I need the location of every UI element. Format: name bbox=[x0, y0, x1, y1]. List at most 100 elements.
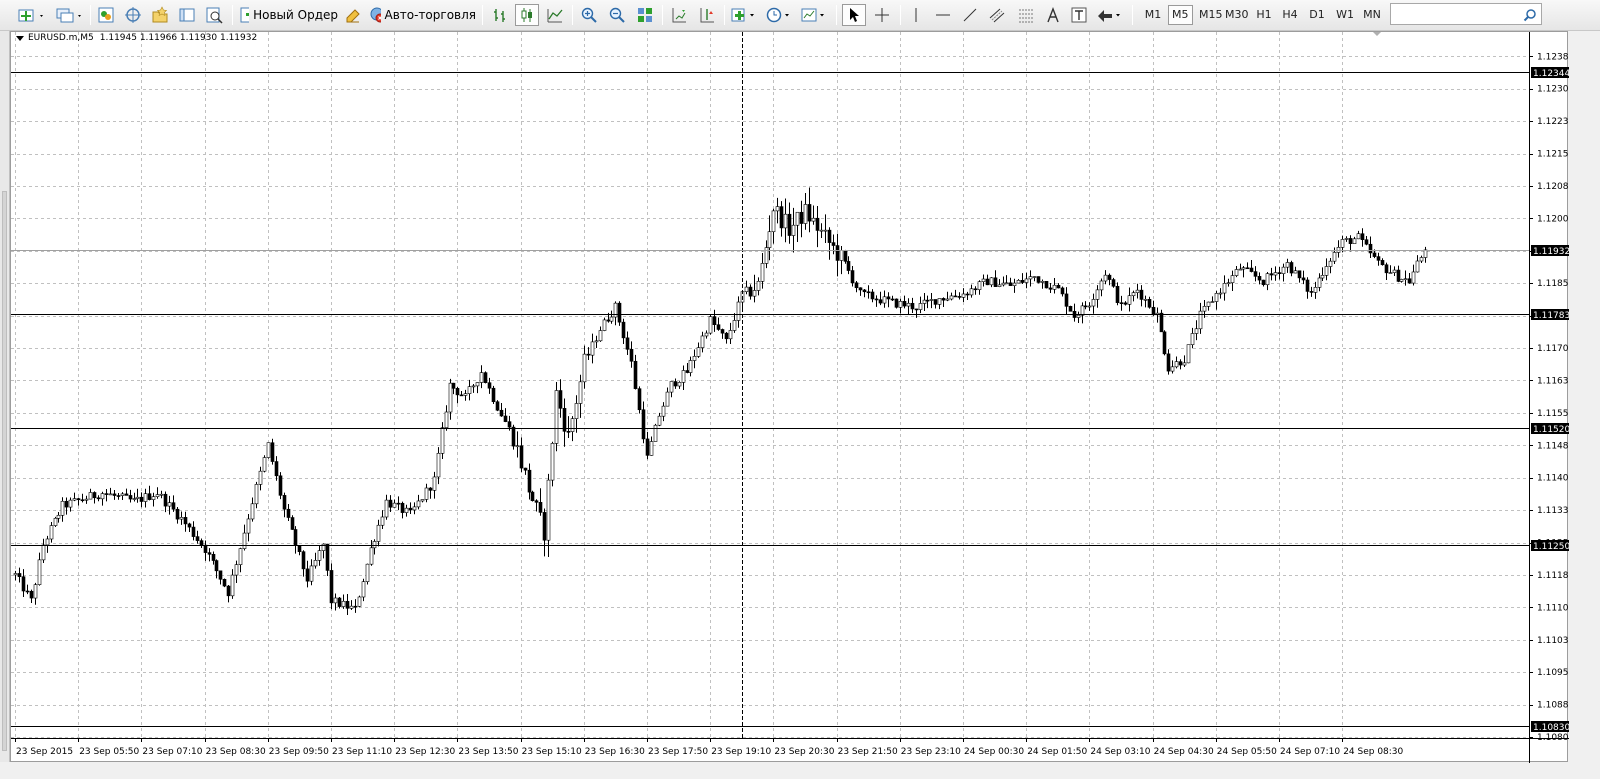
y-tick-label: 1.12230 bbox=[1537, 117, 1569, 127]
candle-body bbox=[357, 596, 362, 607]
autoscroll-icon[interactable] bbox=[695, 4, 719, 26]
periods-icon[interactable] bbox=[764, 4, 794, 26]
timeframe-m5[interactable]: M5 bbox=[1168, 5, 1193, 25]
market-watch-icon[interactable] bbox=[95, 4, 117, 26]
search-icon[interactable] bbox=[1523, 7, 1537, 26]
candle-body bbox=[211, 553, 216, 561]
timeframe-d1[interactable]: D1 bbox=[1305, 5, 1329, 25]
candle-body bbox=[76, 498, 81, 501]
candle-body bbox=[1352, 238, 1357, 244]
candle-body bbox=[396, 502, 401, 505]
candle-body bbox=[1328, 260, 1333, 267]
candlestick-icon[interactable] bbox=[515, 4, 539, 26]
candle-body bbox=[1103, 274, 1108, 282]
candle-body bbox=[890, 298, 895, 301]
candle-body bbox=[712, 316, 717, 325]
candle-body bbox=[1008, 282, 1013, 286]
text-icon[interactable] bbox=[1042, 4, 1064, 26]
zoom-out-icon[interactable] bbox=[605, 4, 629, 26]
candle-body bbox=[1277, 272, 1282, 274]
x-tick-label: 23 Sep 2015 bbox=[16, 747, 73, 757]
candle-body bbox=[633, 360, 638, 389]
crosshair-icon[interactable] bbox=[870, 4, 894, 26]
x-tick-label: 23 Sep 05:50 bbox=[79, 747, 139, 757]
timeframe-m1[interactable]: M1 bbox=[1141, 5, 1165, 25]
vertical-line-icon[interactable] bbox=[905, 4, 927, 26]
candle-body bbox=[266, 442, 271, 458]
y-tick-label: 1.12305 bbox=[1537, 85, 1569, 95]
candle-body bbox=[1068, 306, 1073, 312]
candle-body bbox=[222, 578, 227, 587]
candle-body bbox=[187, 523, 192, 528]
x-tick-label: 23 Sep 12:30 bbox=[395, 747, 455, 757]
chart-window[interactable]: 1.12380 1.12305 1.12230 1.12155 1.12080 1.120… bbox=[10, 31, 1569, 763]
timeframe-h4[interactable]: H4 bbox=[1278, 5, 1302, 25]
timeframe-m30[interactable]: M30 bbox=[1222, 5, 1252, 25]
candle-body bbox=[448, 382, 453, 413]
candle-body bbox=[538, 502, 543, 513]
timeframe-w1[interactable]: W1 bbox=[1333, 5, 1357, 25]
bar-chart-icon[interactable] bbox=[488, 4, 512, 26]
new-order-button[interactable]: Новый Ордер bbox=[238, 4, 338, 26]
candle-body bbox=[1344, 238, 1349, 240]
candle-body bbox=[1281, 266, 1286, 274]
candle-body bbox=[704, 332, 709, 337]
candle-body bbox=[305, 568, 310, 582]
strategy-tester-icon[interactable] bbox=[203, 4, 225, 26]
candle-body bbox=[969, 288, 974, 296]
candle-body bbox=[997, 284, 1002, 287]
candle-body bbox=[451, 382, 456, 389]
terminal-icon[interactable] bbox=[176, 4, 198, 26]
candle-body bbox=[29, 590, 34, 599]
candle-body bbox=[1048, 287, 1053, 290]
search-input[interactable] bbox=[1391, 6, 1521, 26]
candle-body bbox=[1261, 279, 1266, 286]
text-label-icon[interactable] bbox=[1068, 4, 1090, 26]
scroll-thumb[interactable] bbox=[2, 191, 7, 751]
search-box[interactable] bbox=[1390, 3, 1542, 26]
candle-body bbox=[432, 476, 437, 491]
indicators-icon[interactable] bbox=[729, 4, 759, 26]
price-chart[interactable]: 1.12380 1.12305 1.12230 1.12155 1.12080 1.120… bbox=[11, 32, 1569, 763]
y-tick-label: 1.11705 bbox=[1537, 344, 1569, 354]
chart-shift-icon[interactable] bbox=[667, 4, 691, 26]
y-tick-label: 1.12380 bbox=[1537, 52, 1569, 62]
cursor-icon[interactable] bbox=[842, 4, 866, 26]
arrows-icon[interactable] bbox=[1095, 4, 1125, 26]
caption-collapse-icon[interactable] bbox=[16, 35, 24, 41]
candle-body bbox=[1218, 292, 1223, 295]
tile-windows-icon[interactable] bbox=[633, 4, 657, 26]
timeframe-mn[interactable]: MN bbox=[1360, 5, 1384, 25]
candle-body bbox=[1190, 333, 1195, 345]
candle-body bbox=[64, 500, 69, 508]
meta-editor-icon[interactable] bbox=[342, 4, 364, 26]
templates-icon[interactable] bbox=[799, 4, 829, 26]
timeframe-h1[interactable]: H1 bbox=[1252, 5, 1276, 25]
candle-body bbox=[653, 424, 658, 442]
candle-body bbox=[503, 415, 508, 422]
candle-body bbox=[688, 360, 693, 373]
navigator-icon[interactable] bbox=[122, 4, 144, 26]
x-tick-label: 23 Sep 19:10 bbox=[711, 747, 771, 757]
trendline-icon[interactable] bbox=[959, 4, 981, 26]
profiles-icon[interactable] bbox=[52, 4, 86, 26]
y-tick-label: 1.10880 bbox=[1537, 701, 1569, 711]
horizontal-line-icon[interactable] bbox=[932, 4, 954, 26]
candle-body bbox=[937, 298, 942, 305]
y-tick-label: 1.11630 bbox=[1537, 376, 1569, 386]
candle-body bbox=[278, 475, 283, 496]
auto-trading-button[interactable]: Авто-торговля bbox=[368, 4, 476, 26]
zoom-in-icon[interactable] bbox=[577, 4, 601, 26]
candle-body bbox=[534, 500, 539, 503]
candle-body bbox=[902, 301, 907, 307]
candle-body bbox=[661, 405, 666, 417]
line-chart-icon[interactable] bbox=[543, 4, 567, 26]
candle-body bbox=[491, 387, 496, 403]
data-window-icon[interactable] bbox=[149, 4, 171, 26]
fibonacci-icon[interactable] bbox=[1014, 4, 1038, 26]
y-tick-label: 1.12005 bbox=[1537, 214, 1569, 224]
left-scroll-strip[interactable] bbox=[0, 31, 10, 762]
candle-body bbox=[41, 544, 46, 561]
equidistant-channel-icon[interactable] bbox=[986, 4, 1010, 26]
new-chart-icon[interactable] bbox=[14, 4, 48, 26]
